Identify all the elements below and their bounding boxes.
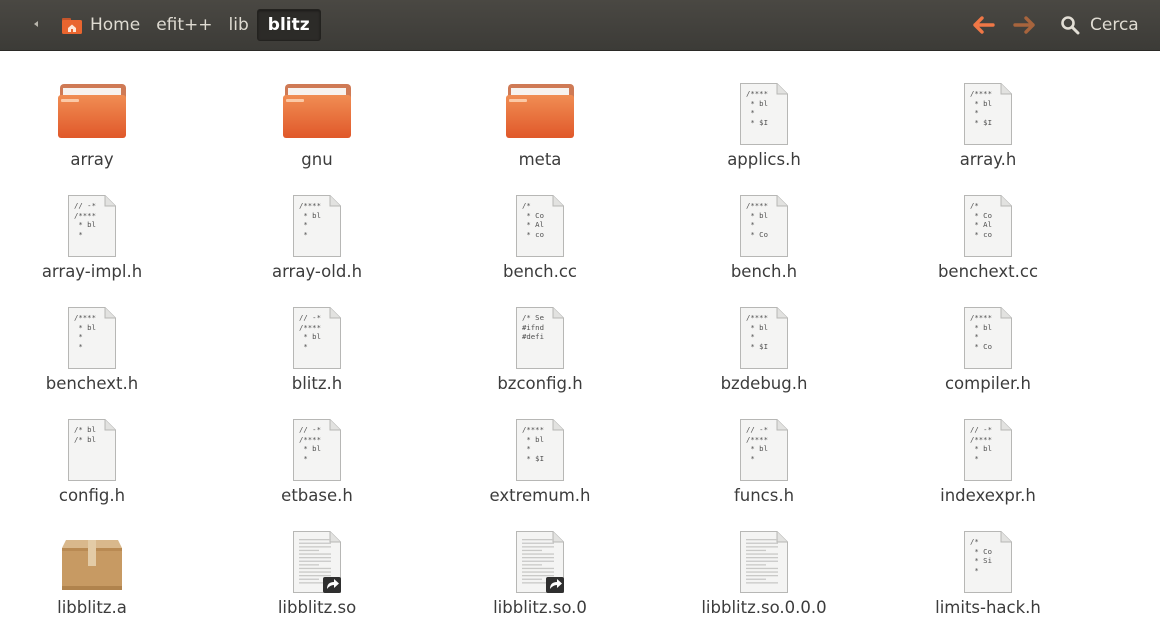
package-archive-icon (60, 534, 124, 592)
arrow-left-icon (973, 16, 995, 34)
arrow-right-icon (1013, 16, 1035, 34)
file-item-funcs-h[interactable]: // -* /**** * bl * funcs.h (674, 386, 854, 505)
toolbar: Home efit++ lib blitz Cerca (0, 0, 1160, 51)
file-preview: /**** * bl * * $I (746, 313, 768, 351)
text-file-icon: // -* /**** * bl * (739, 418, 789, 482)
file-item-bzconfig-h[interactable]: /* Se #ifnd #defi bzconfig.h (450, 274, 630, 393)
forward-button[interactable] (1008, 10, 1040, 40)
text-file-icon: /**** * bl * * Co (963, 306, 1013, 370)
file-preview: /* bl /* bl (74, 425, 96, 444)
file-item-extremum-h[interactable]: /**** * bl * * $I extremum.h (450, 386, 630, 505)
breadcrumb-label: Home (90, 15, 141, 35)
text-file-icon: // -* /**** * bl * (963, 418, 1013, 482)
text-file-icon: /**** * bl * * $I (963, 82, 1013, 146)
file-preview: // -* /**** * bl * (746, 425, 768, 463)
file-item-benchext-cc[interactable]: /* * Co * Al * co benchext.cc (898, 162, 1078, 281)
file-item-bzdebug-h[interactable]: /**** * bl * * $I bzdebug.h (674, 274, 854, 393)
breadcrumb-lib[interactable]: lib (221, 9, 257, 41)
search-button[interactable]: Cerca (1060, 10, 1139, 40)
breadcrumb: Home efit++ lib blitz (54, 9, 321, 41)
file-item-gnu[interactable]: gnu (227, 50, 407, 169)
symlink-file-icon (292, 530, 342, 594)
breadcrumb-home[interactable]: Home (54, 9, 148, 41)
file-name: libblitz.so (277, 598, 357, 617)
home-folder-icon (62, 17, 82, 34)
navigation-buttons (968, 10, 1040, 40)
history-back-icon[interactable] (34, 21, 38, 27)
file-preview: /**** * bl * * Co (746, 201, 768, 239)
text-file-icon: /* bl /* bl (67, 418, 117, 482)
file-name: limits-hack.h (935, 598, 1041, 617)
file-item-array-old-h[interactable]: /**** * bl * * array-old.h (227, 162, 407, 281)
file-item-bench-h[interactable]: /**** * bl * * Co bench.h (674, 162, 854, 281)
file-item-libblitz-a[interactable]: libblitz.a (2, 498, 182, 617)
file-preview: /**** * bl * * $I (522, 425, 544, 463)
file-preview: /* * Co * Al * co (522, 201, 544, 239)
text-file-icon: // -* /**** * bl * (292, 418, 342, 482)
file-preview: /**** * bl * * (74, 313, 96, 351)
file-name: libblitz.so.0.0.0 (701, 598, 827, 617)
file-preview: /**** * bl * * Co (970, 313, 992, 351)
text-file-icon: /**** * bl * * $I (739, 82, 789, 146)
folder-icon (283, 84, 351, 138)
text-file-icon: /* * Co * Al * co (515, 194, 565, 258)
symlink-file-icon (515, 530, 565, 594)
file-item-array-h[interactable]: /**** * bl * * $I array.h (898, 50, 1078, 169)
file-item-indexexpr-h[interactable]: // -* /**** * bl * indexexpr.h (898, 386, 1078, 505)
file-item-array-impl-h[interactable]: // -* /**** * bl * array-impl.h (2, 162, 182, 281)
binary-file-icon (739, 530, 789, 594)
file-preview: /**** * bl * * $I (746, 89, 768, 127)
file-preview: // -* /**** * bl * (74, 201, 96, 239)
breadcrumb-efit[interactable]: efit++ (148, 9, 220, 41)
file-preview: /* Se #ifnd #defi (522, 313, 544, 341)
text-file-icon: /* * Co * Al * co (963, 194, 1013, 258)
text-file-icon: /* Se #ifnd #defi (515, 306, 565, 370)
text-file-icon: // -* /**** * bl * (292, 306, 342, 370)
file-item-compiler-h[interactable]: /**** * bl * * Co compiler.h (898, 274, 1078, 393)
text-file-icon: /**** * bl * * $I (515, 418, 565, 482)
file-preview: /**** * bl * * $I (970, 89, 992, 127)
folder-icon (58, 84, 126, 138)
text-file-icon: /**** * bl * * (67, 306, 117, 370)
file-item-applics-h[interactable]: /**** * bl * * $I applics.h (674, 50, 854, 169)
text-file-icon: /**** * bl * * (292, 194, 342, 258)
file-item-config-h[interactable]: /* bl /* bl config.h (2, 386, 182, 505)
file-preview: /* * Co * Si * (970, 537, 992, 575)
file-name: libblitz.so.0 (493, 598, 587, 617)
breadcrumb-blitz[interactable]: blitz (256, 9, 321, 41)
text-file-icon: /**** * bl * * Co (739, 194, 789, 258)
search-icon (1061, 16, 1080, 35)
file-grid: array gnu meta/**** * bl * * $I applics.h/*… (0, 50, 1160, 628)
search-label: Cerca (1090, 15, 1139, 35)
file-item-libblitz-so-0-0-0[interactable]: libblitz.so.0.0.0 (674, 498, 854, 617)
file-item-benchext-h[interactable]: /**** * bl * * benchext.h (2, 274, 182, 393)
file-item-limits-hack-h[interactable]: /* * Co * Si * limits-hack.h (898, 498, 1078, 617)
file-item-array[interactable]: array (2, 50, 182, 169)
text-file-icon: // -* /**** * bl * (67, 194, 117, 258)
file-item-bench-cc[interactable]: /* * Co * Al * co bench.cc (450, 162, 630, 281)
text-file-icon: /**** * bl * * $I (739, 306, 789, 370)
text-file-icon: /* * Co * Si * (963, 530, 1013, 594)
file-preview: // -* /**** * bl * (970, 425, 992, 463)
file-item-blitz-h[interactable]: // -* /**** * bl * blitz.h (227, 274, 407, 393)
file-item-libblitz-so-0[interactable]: libblitz.so.0 (450, 498, 630, 617)
folder-icon (506, 84, 574, 138)
back-button[interactable] (968, 10, 1000, 40)
file-name: libblitz.a (57, 598, 127, 617)
file-preview: // -* /**** * bl * (299, 313, 321, 351)
file-preview: // -* /**** * bl * (299, 425, 321, 463)
file-preview: /* * Co * Al * co (970, 201, 992, 239)
file-preview: /**** * bl * * (299, 201, 321, 239)
file-item-etbase-h[interactable]: // -* /**** * bl * etbase.h (227, 386, 407, 505)
file-item-libblitz-so[interactable]: libblitz.so (227, 498, 407, 617)
file-item-meta[interactable]: meta (450, 50, 630, 169)
